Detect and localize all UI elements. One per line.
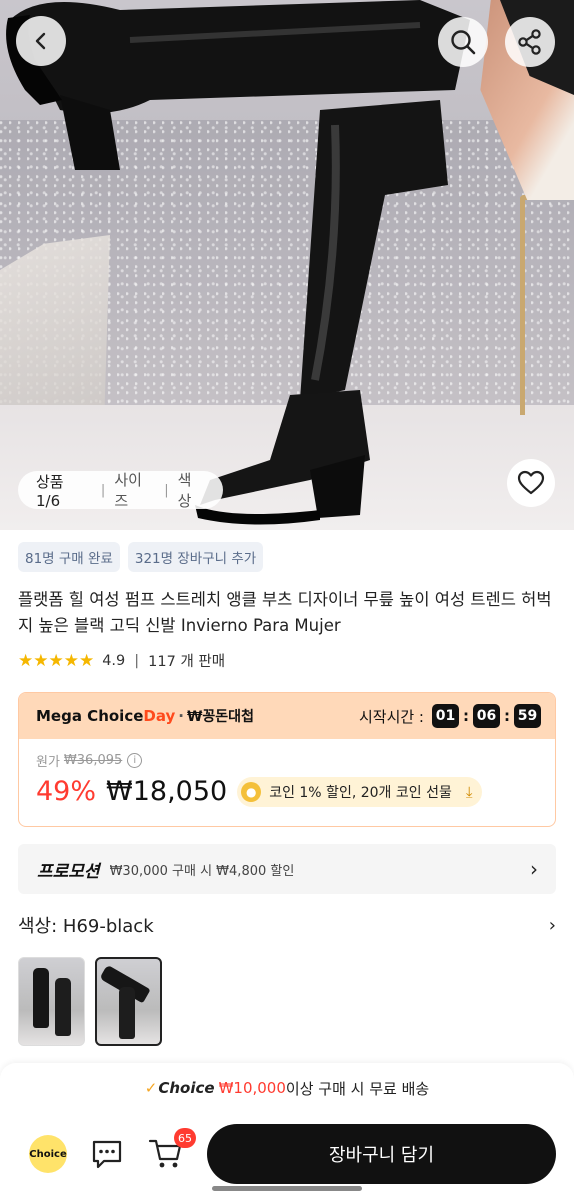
check-icon: ✓: [144, 1079, 158, 1097]
cart-count-badge: 65: [174, 1128, 196, 1148]
download-icon: ⤓: [465, 782, 473, 801]
sale-price: ₩18,050: [106, 776, 228, 807]
free-shipping-threshold: ₩10,000: [218, 1079, 286, 1097]
choice-button[interactable]: Choice: [29, 1135, 67, 1173]
timer-hours: 01: [432, 704, 459, 728]
chat-icon[interactable]: [90, 1137, 124, 1171]
boot-illustration: [6, 0, 470, 525]
chevron-right-icon: ›: [530, 857, 538, 881]
mega-choice-logo: Mega ChoiceDay · ₩꽁돈대첩: [36, 706, 254, 726]
image-section-tabs: 상품 1/6 | 사이즈 | 색상: [18, 469, 223, 511]
tab-divider: |: [164, 482, 169, 498]
color-selector-row[interactable]: 색상: H69-black ›: [18, 912, 556, 938]
timer-label: 시작시간 :: [358, 707, 424, 726]
star-rating-icon: ★★★★★: [18, 650, 95, 671]
original-price-label: 원가: [36, 755, 60, 770]
price-section: 원가 ₩36,095 i 49% ₩18,050 ● 코인 1% 할인, 20개…: [19, 739, 555, 807]
sold-count: 117 개 판매: [148, 654, 226, 670]
coin-offer-text: 코인 1% 할인, 20개 코인 선물: [269, 784, 452, 801]
coin-icon: ●: [241, 781, 262, 802]
choice-label: Choice: [158, 1079, 215, 1097]
social-proof-badges: 81명 구매 완료 321명 장바구니 추가: [18, 542, 264, 572]
wishlist-button[interactable]: [507, 459, 555, 507]
share-icon: [518, 29, 541, 55]
coin-offer-button[interactable]: ● 코인 1% 할인, 20개 코인 선물 ⤓: [237, 776, 483, 807]
cart-added-badge: 321명 장바구니 추가: [127, 542, 264, 572]
thumbnail-boot: [119, 987, 135, 1039]
search-icon: [451, 30, 476, 55]
thumbnail-boot: [55, 978, 71, 1036]
share-button[interactable]: [505, 17, 555, 67]
mega-choice-header: Mega ChoiceDay · ₩꽁돈대첩 시작시간 : 01 : 06 : 59: [19, 693, 555, 739]
selected-color-label: 색상: H69-black: [18, 916, 154, 937]
heart-icon: [517, 470, 545, 495]
sale-price-row: 49% ₩18,050 ● 코인 1% 할인, 20개 코인 선물 ⤓: [36, 776, 555, 807]
timer-seconds: 59: [514, 704, 541, 728]
free-shipping-banner: ✓ Choice ₩10,000 이상 구매 시 무료 배송: [0, 1063, 574, 1113]
rating-score: 4.9: [102, 652, 126, 669]
chevron-right-icon: ›: [548, 914, 556, 936]
search-button[interactable]: [438, 17, 488, 67]
rating-row[interactable]: ★★★★★ 4.9 | 117 개 판매: [18, 650, 225, 671]
original-price: ₩36,095: [63, 753, 123, 768]
chevron-left-icon: [35, 32, 46, 50]
mega-subtitle: ₩꽁돈대첩: [186, 709, 254, 725]
rating-divider: |: [134, 652, 140, 669]
discount-percent: 49%: [36, 776, 97, 807]
color-options: [18, 957, 162, 1046]
color-option-thumbnail-selected[interactable]: [95, 957, 162, 1046]
tab-size[interactable]: 사이즈: [114, 469, 155, 511]
mega-dot: ·: [178, 707, 184, 725]
tab-color[interactable]: 색상: [178, 469, 205, 511]
free-shipping-text: 이상 구매 시 무료 배송: [285, 1079, 430, 1098]
timer-minutes: 06: [473, 704, 500, 728]
purchased-badge: 81명 구매 완료: [18, 542, 120, 572]
raised-boot: [10, 0, 470, 114]
promotion-text: ₩30,000 구매 시 ₩4,800 할인: [109, 863, 295, 879]
promotion-title: 프로모션: [37, 861, 100, 882]
promotion-row[interactable]: 프로모션 ₩30,000 구매 시 ₩4,800 할인 ›: [18, 844, 556, 894]
countdown-timer: 시작시간 : 01 : 06 : 59: [359, 704, 541, 728]
mega-choice-text: Mega Choice: [36, 707, 144, 725]
mega-choice-deal-box: Mega ChoiceDay · ₩꽁돈대첩 시작시간 : 01 : 06 : 59…: [18, 692, 556, 827]
info-icon[interactable]: i: [127, 753, 143, 768]
add-to-cart-button[interactable]: 장바구니 담기: [207, 1124, 556, 1184]
home-indicator[interactable]: [212, 1186, 362, 1191]
back-button[interactable]: [16, 16, 66, 66]
original-price-row: 원가 ₩36,095 i: [36, 751, 555, 770]
standing-boot-sole: [195, 505, 320, 525]
tab-divider: |: [100, 482, 106, 498]
timer-colon: :: [504, 707, 510, 725]
timer-colon: :: [463, 707, 469, 725]
thumbnail-boot: [33, 968, 49, 1028]
tab-product[interactable]: 상품 1/6: [36, 471, 92, 510]
color-option-thumbnail[interactable]: [18, 957, 85, 1046]
mega-day-text: Day: [143, 707, 176, 725]
product-image-carousel[interactable]: [0, 0, 574, 530]
product-title: 플랫폼 힐 여성 펌프 스트레치 앵클 부츠 디자이너 무릎 높이 여성 트렌드…: [18, 590, 552, 635]
